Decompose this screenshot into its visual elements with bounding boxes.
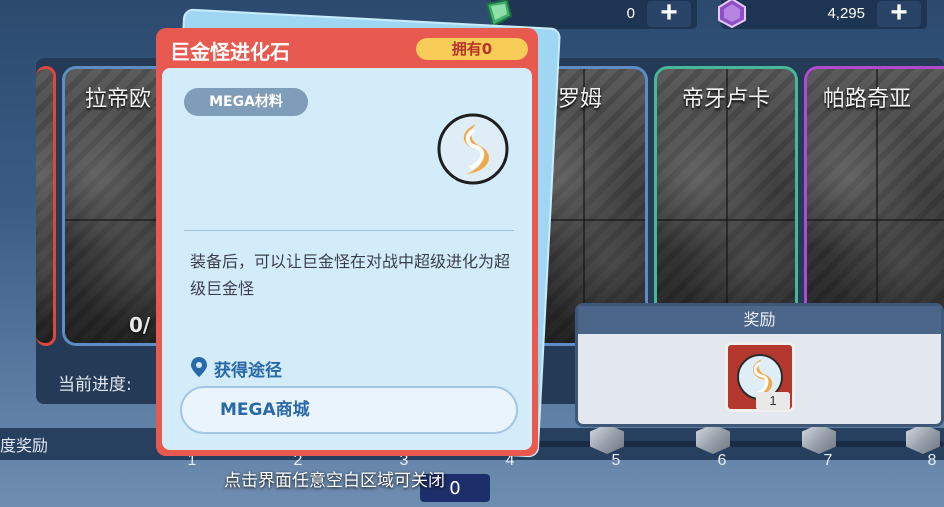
category-tag: MEGA材料	[184, 88, 308, 116]
current-progress-label: 当前进度:	[58, 375, 132, 395]
crystals-currency: 4,295 +	[718, 0, 928, 30]
card-name: 帕路奇亚	[823, 87, 912, 112]
reward-panel: 奖励 1	[575, 303, 944, 427]
popup-body: MEGA材料 装备后，可以让巨金怪在对战中超级进化为超级巨金怪 获得途径 MEG…	[162, 68, 532, 450]
card-name: 帝牙卢卡	[681, 87, 770, 112]
add-crystals-button[interactable]: +	[877, 0, 921, 28]
milestone-8: 8	[927, 452, 937, 469]
milestone-7: 7	[823, 452, 833, 469]
card-partial-left[interactable]	[36, 66, 56, 346]
close-hint: 点击界面任意空白区域可关闭	[224, 471, 445, 491]
milestone-5: 5	[611, 452, 621, 469]
purple-crystal-icon	[718, 0, 746, 29]
item-detail-popup: 巨金怪进化石 拥有0 MEGA材料 装备后，可以让巨金怪在对战中超级进化为超级巨…	[156, 28, 538, 456]
add-gems-button[interactable]: +	[647, 0, 691, 28]
owned-count-badge: 拥有0	[416, 38, 528, 60]
track-label: 度奖励	[0, 436, 49, 455]
crystals-value: 4,295	[827, 5, 865, 22]
mega-shop-button[interactable]: MEGA商城	[180, 386, 518, 434]
mega-stone-icon	[437, 113, 509, 185]
popup-title: 巨金怪进化石	[170, 40, 290, 64]
milestone-6: 6	[717, 452, 727, 469]
divider	[184, 230, 514, 231]
reward-qty: 1	[756, 392, 790, 410]
gems-value: 0	[626, 5, 635, 22]
location-pin-icon	[191, 357, 207, 377]
item-description: 装备后，可以让巨金怪在对战中超级进化为超级巨金怪	[190, 252, 511, 298]
source-label: 获得途径	[214, 361, 282, 381]
card-count: 0/	[129, 313, 151, 337]
reward-title: 奖励	[578, 306, 941, 334]
